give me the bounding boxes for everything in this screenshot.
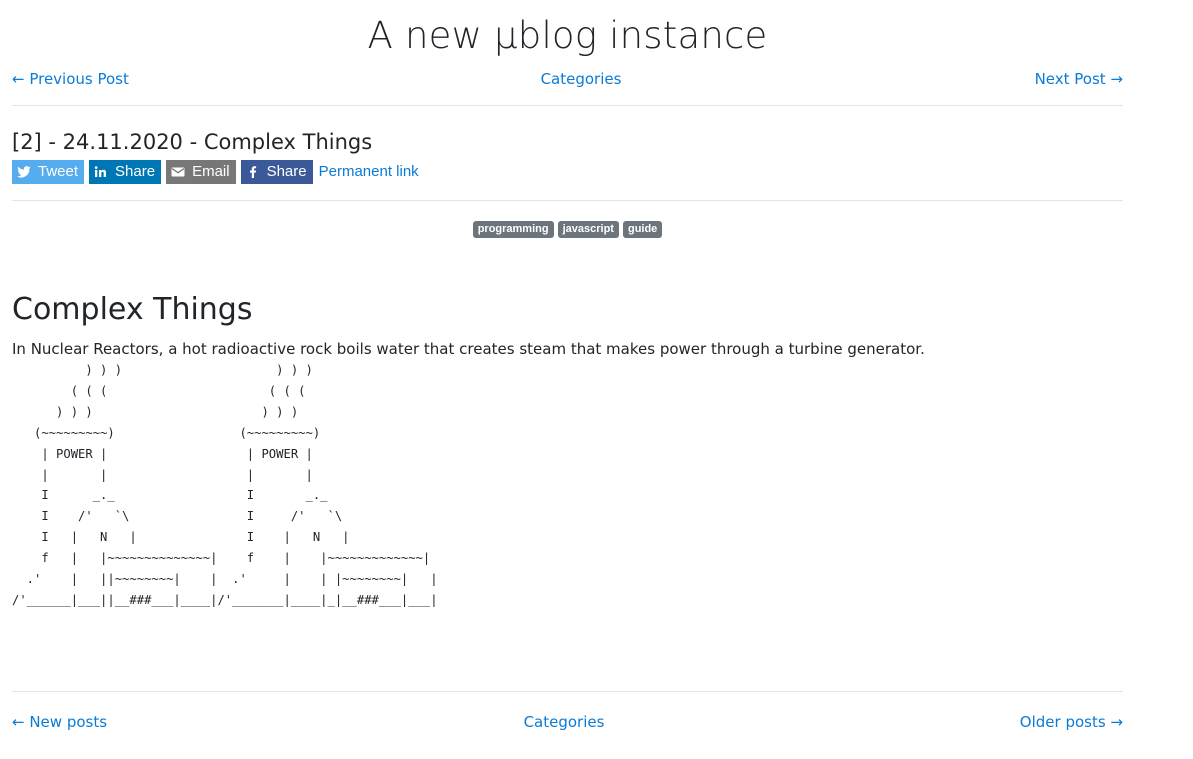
categories-link-top[interactable]: Categories: [541, 70, 622, 88]
linkedin-share-button[interactable]: Share: [89, 160, 162, 184]
envelope-icon: [171, 167, 185, 177]
facebook-share-button[interactable]: Share: [240, 160, 313, 184]
tag-programming[interactable]: programming: [472, 221, 554, 238]
article-intro: In Nuclear Reactors, a hot radioactive r…: [12, 340, 925, 358]
categories-link-bottom[interactable]: Categories: [524, 713, 605, 731]
tweet-label: Tweet: [38, 163, 79, 180]
divider-bottom: [12, 691, 1123, 692]
article-title: Complex Things: [12, 292, 253, 327]
site-title: A new µblog instance: [367, 14, 768, 57]
twitter-icon: [17, 166, 31, 178]
email-share-button[interactable]: Email: [166, 160, 236, 184]
permanent-link[interactable]: Permanent link: [319, 160, 419, 184]
tag-list: programming javascript guide: [12, 221, 1123, 238]
facebook-icon: [249, 166, 256, 178]
older-posts-link[interactable]: Older posts →: [1020, 711, 1123, 733]
bottom-navigation: ← New posts Categories Older posts →: [12, 711, 1123, 733]
divider-middle: [12, 200, 1123, 201]
facebook-share-label: Share: [266, 163, 307, 180]
top-navigation: ← Previous Post Categories Next Post →: [12, 68, 1123, 90]
email-share-label: Email: [192, 163, 230, 180]
share-bar: Tweet Share Email Share Permanent link: [12, 160, 419, 184]
post-header: [2] - 24.11.2020 - Complex Things: [12, 130, 373, 154]
ascii-art-power-plant: ) ) ) ) ) ) ( ( ( ( ( ( ) ) ) ) ) ) (~~~…: [12, 363, 438, 607]
tweet-button[interactable]: Tweet: [12, 160, 85, 184]
next-post-link[interactable]: Next Post →: [1035, 68, 1123, 90]
tag-guide[interactable]: guide: [622, 221, 663, 238]
linkedin-icon: [94, 166, 107, 177]
divider-top: [12, 105, 1123, 106]
tag-javascript[interactable]: javascript: [557, 221, 619, 238]
linkedin-share-label: Share: [115, 163, 156, 180]
